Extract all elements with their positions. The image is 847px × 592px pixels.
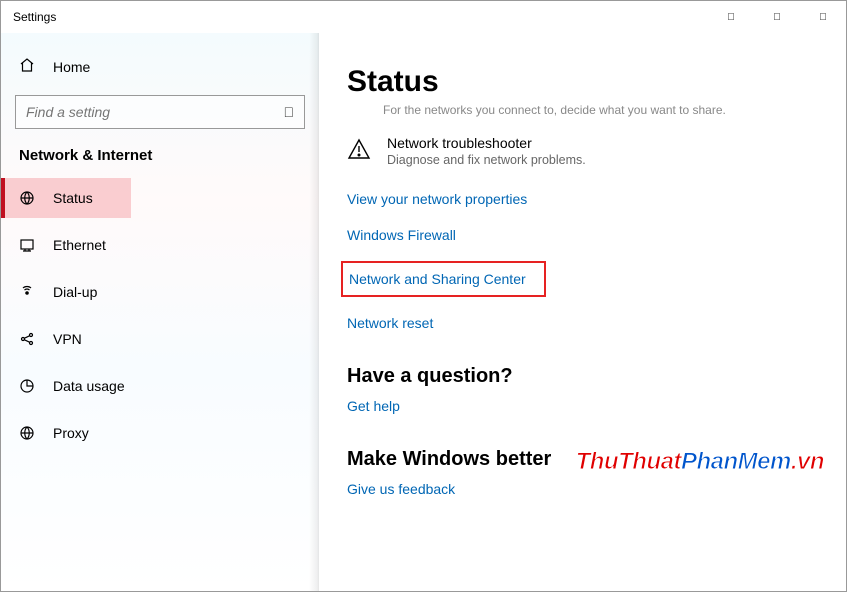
vpn-icon <box>19 331 35 347</box>
sidebar-item-vpn[interactable]: VPN <box>1 319 319 359</box>
search-input[interactable] <box>26 104 284 120</box>
window-title: Settings <box>1 10 56 24</box>
warning-icon <box>347 137 371 167</box>
troubleshooter-sub: Diagnose and fix network problems. <box>387 153 586 167</box>
window-controls:    <box>708 1 846 33</box>
link-get-help[interactable]: Get help <box>347 396 400 416</box>
home-nav[interactable]: Home <box>1 47 319 87</box>
link-feedback[interactable]: Give us feedback <box>347 479 455 499</box>
search-icon:  <box>284 104 295 120</box>
question-heading: Have a question? <box>347 365 816 388</box>
proxy-icon <box>19 425 35 441</box>
link-sharing-center[interactable]: Network and Sharing Center <box>341 261 546 297</box>
sidebar-item-data-usage[interactable]: Data usage <box>1 366 319 406</box>
sidebar-item-ethernet[interactable]: Ethernet <box>1 225 319 265</box>
link-view-properties[interactable]: View your network properties <box>347 189 527 209</box>
sidebar-item-label: Dial-up <box>53 284 97 300</box>
sidebar: Home  Network & Internet Status <box>1 33 319 591</box>
sidebar-item-label: Data usage <box>53 378 125 394</box>
section-title: Network & Internet <box>1 147 319 178</box>
sidebar-item-label: Ethernet <box>53 237 106 253</box>
titlebar: Settings    <box>1 1 846 33</box>
better-heading: Make Windows better <box>347 448 816 471</box>
link-network-reset[interactable]: Network reset <box>347 313 433 333</box>
sidebar-item-status[interactable]: Status <box>1 178 131 218</box>
status-icon <box>19 190 35 206</box>
sidebar-item-proxy[interactable]: Proxy <box>1 413 319 453</box>
troubleshooter-title: Network troubleshooter <box>387 135 586 151</box>
page-subtext: For the networks you connect to, decide … <box>383 103 816 117</box>
troubleshooter-row: Network troubleshooter Diagnose and fix … <box>347 135 816 167</box>
link-firewall[interactable]: Windows Firewall <box>347 225 456 245</box>
troubleshooter-text[interactable]: Network troubleshooter Diagnose and fix … <box>387 135 586 167</box>
settings-window: Settings    Home  Network & Internet <box>0 0 847 592</box>
dialup-icon <box>19 284 35 300</box>
body: Home  Network & Internet Status <box>1 33 846 591</box>
sidebar-item-label: VPN <box>53 331 82 347</box>
page-title: Status <box>347 65 816 99</box>
ethernet-icon <box>19 237 35 253</box>
sidebar-item-label: Proxy <box>53 425 89 441</box>
data-usage-icon <box>19 378 35 394</box>
close-button[interactable]:  <box>800 1 846 33</box>
content: Status For the networks you connect to, … <box>319 33 846 591</box>
search-box[interactable]:  <box>15 95 305 129</box>
maximize-button[interactable]:  <box>754 1 800 33</box>
sidebar-item-label: Status <box>53 190 93 206</box>
minimize-button[interactable]:  <box>708 1 754 33</box>
sidebar-item-dialup[interactable]: Dial-up <box>1 272 319 312</box>
home-label: Home <box>53 59 90 75</box>
home-icon <box>19 57 35 78</box>
